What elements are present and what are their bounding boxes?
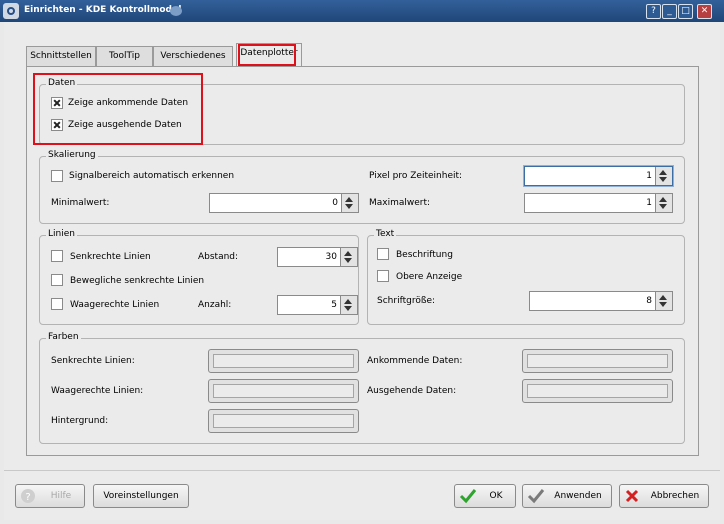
spin-down-icon[interactable]	[659, 302, 667, 307]
spin-arrows[interactable]	[340, 248, 357, 266]
spin-down-icon[interactable]	[659, 177, 667, 182]
spin-arrows[interactable]	[655, 167, 672, 185]
color-swatch	[213, 414, 354, 428]
fontsize-spinbox[interactable]: 8	[529, 291, 673, 311]
outgoing-color-button[interactable]	[522, 379, 673, 403]
min-value-spinbox[interactable]: 0	[209, 193, 359, 213]
spin-down-icon[interactable]	[344, 258, 352, 263]
vertical-color-button[interactable]	[208, 349, 359, 373]
min-value-label: Minimalwert:	[51, 198, 110, 208]
skalierung-group-title: Skalierung	[46, 150, 98, 160]
max-value-spinbox[interactable]: 1	[524, 193, 673, 213]
distance-spinbox[interactable]: 30	[277, 247, 358, 267]
svg-text:?: ?	[25, 492, 30, 503]
labels-label[interactable]: Beschriftung	[396, 250, 453, 260]
background-color-label: Hintergrund:	[51, 416, 109, 426]
horizontal-lines-checkbox[interactable]	[51, 298, 63, 310]
pixel-per-time-label: Pixel pro Zeiteinheit:	[369, 171, 463, 181]
apply-button[interactable]: Anwenden	[522, 484, 612, 508]
max-value[interactable]: 1	[646, 198, 652, 208]
fontsize-label: Schriftgröße:	[377, 296, 436, 306]
count-label: Anzahl:	[198, 300, 232, 310]
title-bar[interactable]: Einrichten - KDE Kontrollmodul ? _ □ ✕	[0, 0, 724, 22]
fontsize-value[interactable]: 8	[646, 296, 652, 306]
color-swatch	[527, 354, 668, 368]
maximize-button[interactable]: □	[678, 4, 693, 19]
highlight-frame-tab	[238, 44, 296, 66]
help-icon: ?	[20, 488, 36, 504]
top-display-checkbox[interactable]	[377, 270, 389, 282]
help-window-button[interactable]: ?	[646, 4, 661, 19]
highlight-frame-daten	[33, 73, 203, 145]
app-icon[interactable]	[3, 3, 19, 19]
cancel-button[interactable]: Abbrechen	[619, 484, 709, 508]
close-button[interactable]: ✕	[697, 4, 712, 19]
incoming-color-label: Ankommende Daten:	[367, 356, 463, 366]
auto-range-checkbox[interactable]	[51, 170, 63, 182]
spin-arrows[interactable]	[340, 296, 357, 314]
color-swatch	[527, 384, 668, 398]
tab-tooltip[interactable]: ToolTip	[96, 46, 153, 66]
farben-group-title: Farben	[46, 332, 81, 342]
spin-up-icon[interactable]	[344, 299, 352, 304]
spin-arrows[interactable]	[655, 292, 672, 310]
max-value-label: Maximalwert:	[369, 198, 431, 208]
spin-arrows[interactable]	[655, 194, 672, 212]
cancel-x-icon	[624, 488, 640, 504]
horizontal-color-button[interactable]	[208, 379, 359, 403]
spin-up-icon[interactable]	[344, 251, 352, 256]
moving-vertical-lines-checkbox[interactable]	[51, 274, 63, 286]
spin-down-icon[interactable]	[344, 306, 352, 311]
pixel-per-time-spinbox[interactable]: 1	[524, 166, 673, 186]
vertical-lines-label[interactable]: Senkrechte Linien	[70, 252, 151, 262]
spin-down-icon[interactable]	[345, 204, 353, 209]
top-display-label[interactable]: Obere Anzeige	[396, 272, 462, 282]
dialog-window: Einrichten - KDE Kontrollmodul ? _ □ ✕ S…	[0, 0, 724, 524]
text-group-title: Text	[374, 229, 397, 239]
linien-group-title: Linien	[46, 229, 77, 239]
spin-up-icon[interactable]	[345, 197, 353, 202]
color-swatch	[213, 354, 354, 368]
tab-verschiedenes[interactable]: Verschiedenes	[153, 46, 233, 66]
background-color-button[interactable]	[208, 409, 359, 433]
ok-button[interactable]: OK	[454, 484, 516, 508]
spin-up-icon[interactable]	[659, 197, 667, 202]
labels-checkbox[interactable]	[377, 248, 389, 260]
spin-up-icon[interactable]	[659, 295, 667, 300]
color-swatch	[213, 384, 354, 398]
spin-arrows[interactable]	[341, 194, 358, 212]
vertical-color-label: Senkrechte Linien:	[51, 356, 135, 366]
vertical-lines-checkbox[interactable]	[51, 250, 63, 262]
pixel-per-time-value[interactable]: 1	[646, 171, 652, 181]
horizontal-color-label: Waagerechte Linien:	[51, 386, 144, 396]
titlebar-decoration	[170, 6, 182, 16]
tab-schnittstellen[interactable]: Schnittstellen	[26, 46, 96, 66]
minimize-button[interactable]: _	[662, 4, 677, 19]
auto-range-label[interactable]: Signalbereich automatisch erkennen	[69, 171, 234, 181]
moving-vertical-lines-label[interactable]: Bewegliche senkrechte Linien	[70, 276, 204, 286]
incoming-color-button[interactable]	[522, 349, 673, 373]
count-value[interactable]: 5	[331, 300, 337, 310]
defaults-button[interactable]: Voreinstellungen	[93, 484, 189, 508]
checkmark-icon	[459, 488, 477, 504]
count-spinbox[interactable]: 5	[277, 295, 358, 315]
distance-value[interactable]: 30	[326, 252, 337, 262]
outgoing-color-label: Ausgehende Daten:	[367, 386, 457, 396]
distance-label: Abstand:	[198, 252, 239, 262]
horizontal-lines-label[interactable]: Waagerechte Linien	[70, 300, 159, 310]
button-separator	[4, 470, 720, 471]
spin-down-icon[interactable]	[659, 204, 667, 209]
help-button[interactable]: ? Hilfe	[15, 484, 85, 508]
min-value[interactable]: 0	[332, 198, 338, 208]
apply-checkmark-icon	[527, 488, 545, 504]
window-title: Einrichten - KDE Kontrollmodul	[24, 5, 182, 15]
spin-up-icon[interactable]	[659, 170, 667, 175]
